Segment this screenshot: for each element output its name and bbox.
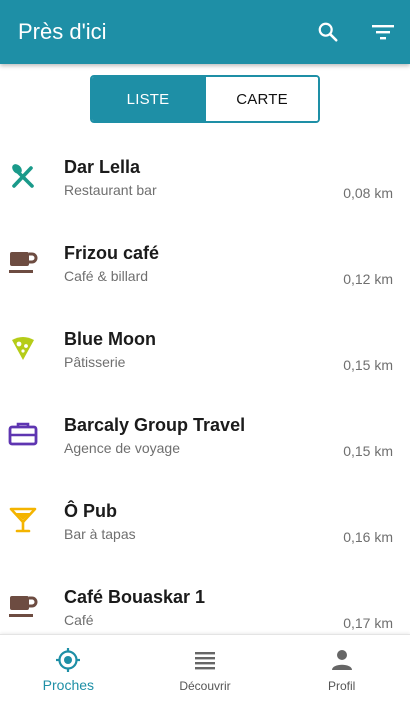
place-name: Ô Pub [64, 501, 117, 521]
list-item[interactable]: Ô Pub Bar à tapas 0,16 km [0, 487, 410, 573]
location-target-icon [55, 647, 81, 673]
nav-decouvrir[interactable]: Découvrir [137, 635, 274, 701]
places-list: Dar Lella Restaurant bar 0,08 km Frizou … [0, 143, 410, 659]
place-name: Dar Lella [64, 157, 141, 177]
place-category: Café [64, 612, 94, 628]
place-category: Pâtisserie [64, 354, 126, 370]
place-category: Bar à tapas [64, 526, 136, 542]
bottom-navigation: Proches Découvrir Profil [0, 634, 410, 701]
nav-label: Profil [328, 679, 356, 693]
pastry-icon [8, 333, 38, 363]
app-bar: Près d'ici [0, 0, 410, 64]
place-distance: 0,16 km [343, 529, 393, 545]
filter-button[interactable] [365, 14, 401, 50]
list-item[interactable]: Frizou café Café & billard 0,12 km [0, 229, 410, 315]
nav-label: Découvrir [179, 679, 231, 693]
person-icon [331, 647, 353, 673]
carte-tab[interactable]: CARTE [204, 77, 318, 121]
coffee-cup-icon [8, 591, 38, 621]
nav-proches[interactable]: Proches [0, 635, 137, 701]
list-item[interactable]: Dar Lella Restaurant bar 0,08 km [0, 143, 410, 229]
place-name: Café Bouaskar 1 [64, 587, 206, 607]
list-item[interactable]: Blue Moon Pâtisserie 0,15 km [0, 315, 410, 401]
place-distance: 0,08 km [343, 185, 393, 201]
place-category: Restaurant bar [64, 182, 157, 198]
place-distance: 0,12 km [343, 271, 393, 287]
place-category: Agence de voyage [64, 440, 180, 456]
page-title: Près d'ici [18, 19, 107, 44]
list-item[interactable]: Barcaly Group Travel Agence de voyage 0,… [0, 401, 410, 487]
list-icon [194, 647, 216, 673]
place-name: Barcaly Group Travel [64, 415, 246, 435]
place-distance: 0,15 km [343, 443, 393, 459]
place-distance: 0,15 km [343, 357, 393, 373]
nav-profil[interactable]: Profil [273, 635, 410, 701]
filter-icon [372, 25, 394, 40]
view-toggle: LISTE CARTE [90, 75, 320, 123]
restaurant-icon [8, 161, 38, 191]
place-category: Café & billard [64, 268, 149, 284]
place-name: Frizou café [64, 243, 160, 263]
liste-tab[interactable]: LISTE [92, 77, 204, 121]
cocktail-icon [8, 505, 38, 535]
place-distance: 0,17 km [343, 615, 393, 631]
coffee-cup-icon [8, 247, 38, 277]
place-name: Blue Moon [64, 329, 156, 349]
search-button[interactable] [310, 14, 346, 50]
briefcase-icon [8, 419, 38, 449]
nav-label: Proches [42, 677, 95, 693]
search-icon [318, 22, 338, 42]
